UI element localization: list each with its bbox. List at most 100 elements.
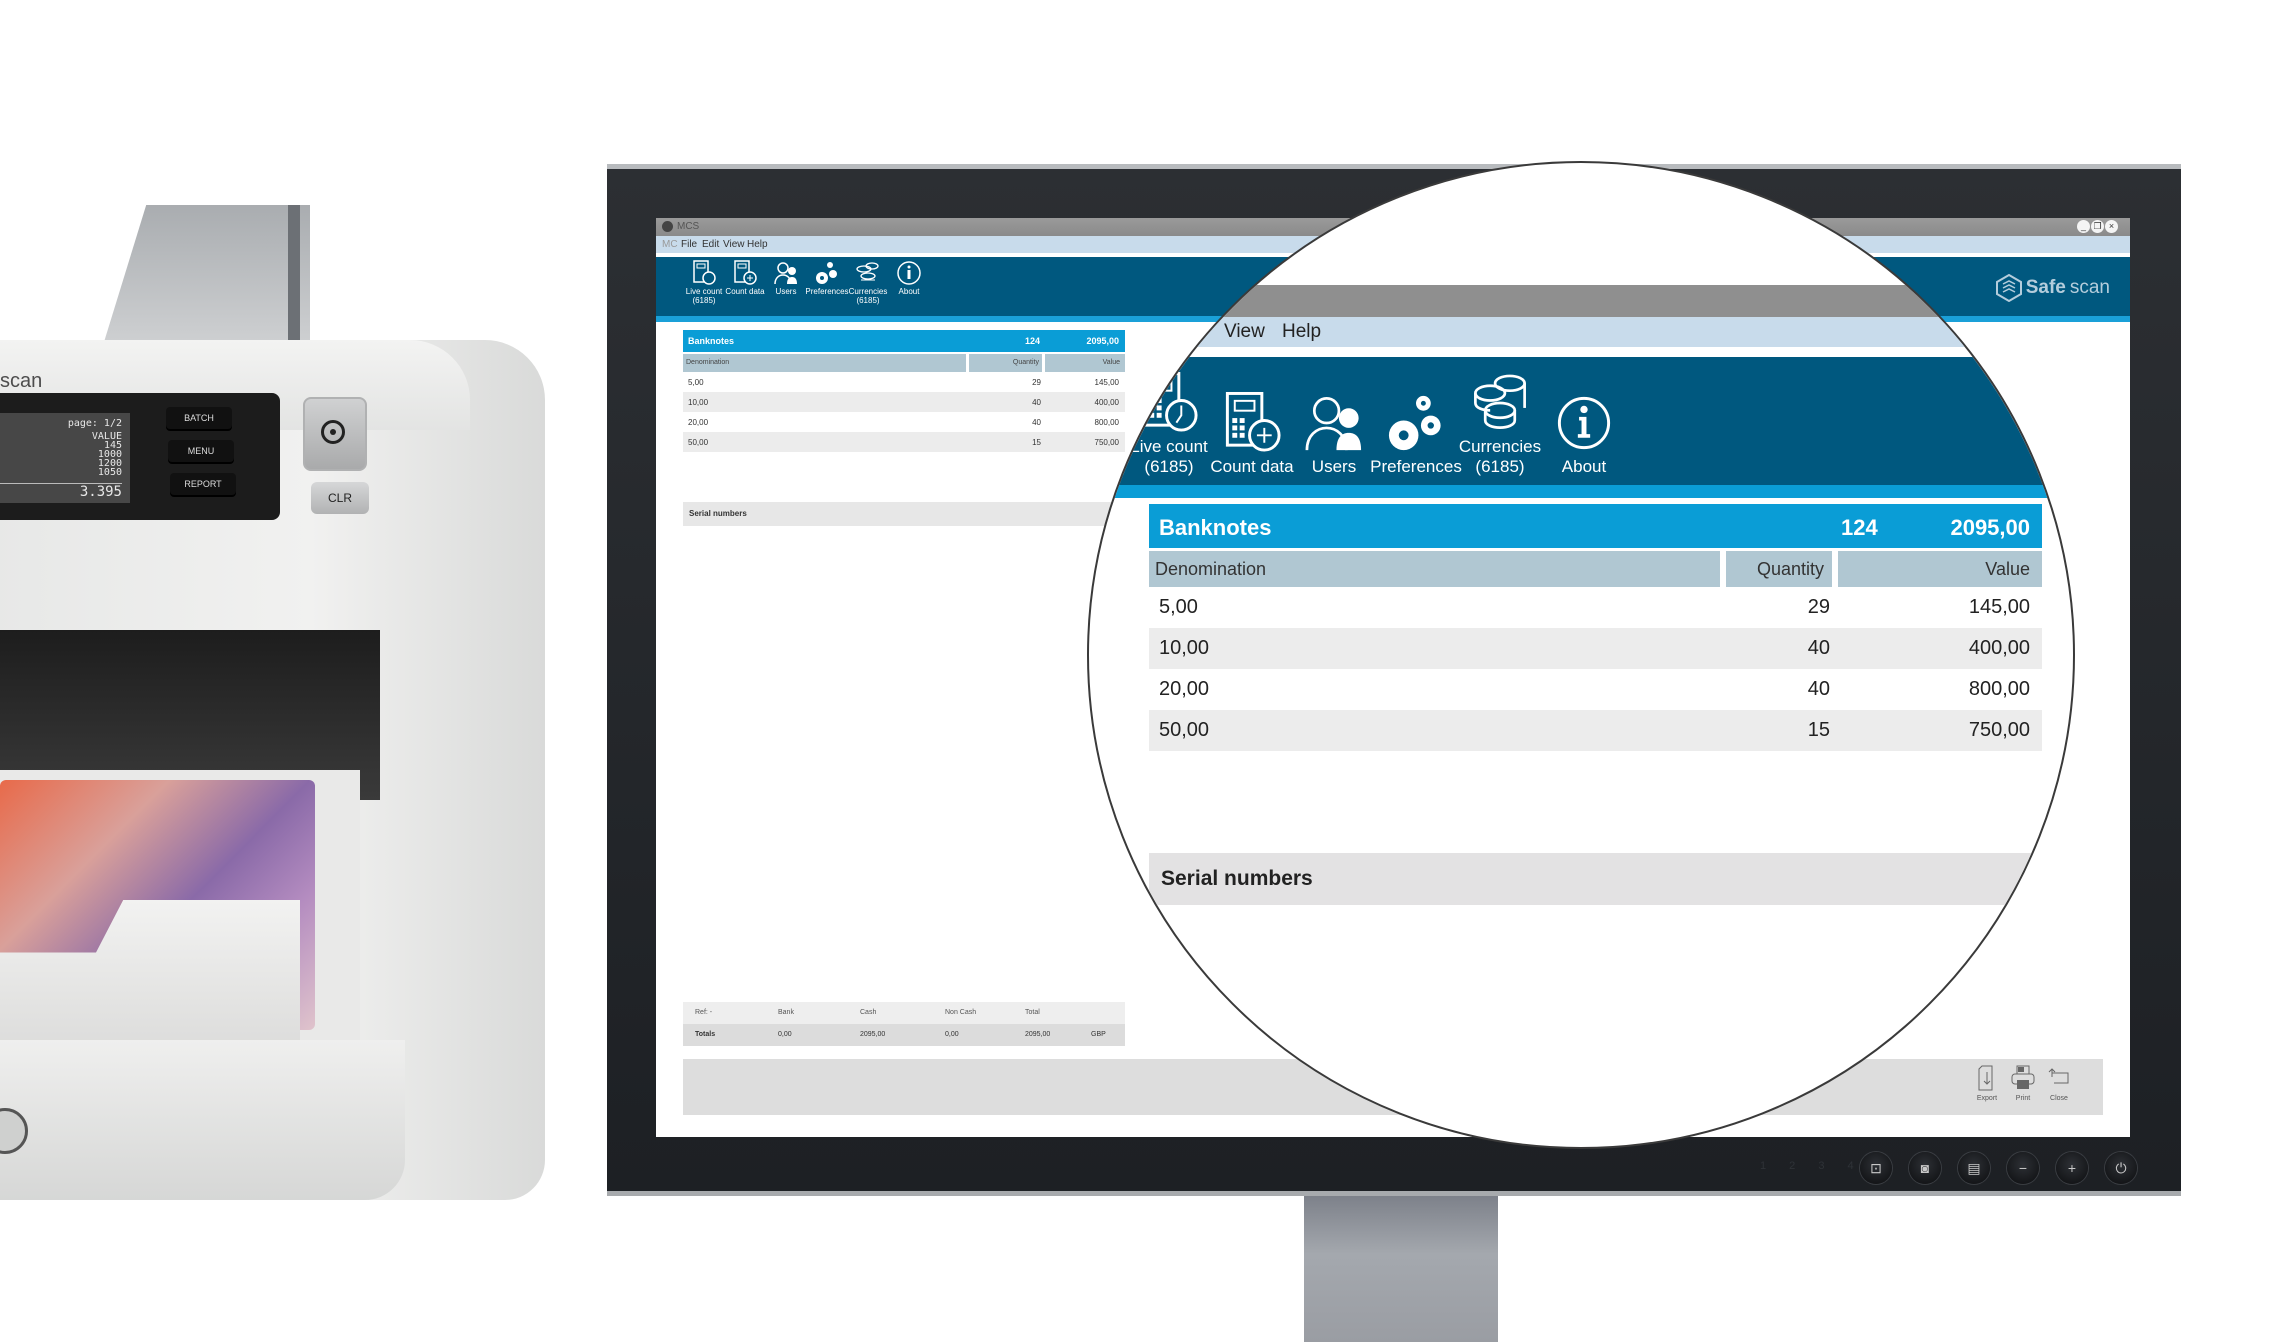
toolbar-label: Users	[775, 287, 797, 296]
serial-numbers-header[interactable]: Serial numbers	[683, 502, 1125, 526]
lcd-page: page: 1/2	[67, 418, 122, 429]
minus-icon[interactable]: −	[2007, 1152, 2039, 1184]
menu-edit[interactable]: Edit	[702, 239, 719, 250]
cell-value: 750,00	[1968, 719, 2030, 741]
currencies-icon	[856, 262, 879, 281]
cell-denomination: 20,00	[1159, 678, 1210, 700]
menu-help[interactable]: Help	[747, 239, 768, 250]
cell-denomination: 10,00	[688, 398, 709, 407]
totals-cash: 2095,00	[860, 1031, 886, 1038]
totals-table: Ref: - Bank Cash Non Cash Total Totals 0…	[683, 1002, 1125, 1046]
cell-denomination: 10,00	[1159, 637, 1210, 659]
report-button[interactable]: REPORT	[170, 473, 236, 495]
table-row[interactable]: 50,0015750,00	[683, 432, 1125, 452]
totals-total: 2095,00	[1025, 1031, 1051, 1038]
live-count-icon	[1142, 371, 1198, 432]
toolbar-about[interactable]: About	[879, 260, 939, 296]
zoomed-menu-edit[interactable]: Edit	[1167, 321, 1200, 343]
totals-col-cash: Cash	[860, 1009, 877, 1016]
totals-col-bank: Bank	[778, 1009, 794, 1016]
users-icon	[1305, 397, 1362, 451]
menu-file[interactable]: File	[681, 239, 697, 250]
toolbar-label: Users	[1311, 457, 1357, 476]
restore-icon[interactable]: ❐	[2091, 220, 2104, 233]
minimize-icon[interactable]: _	[2077, 220, 2090, 233]
toolbar-sublabel: (6185)	[692, 296, 716, 305]
plus-icon[interactable]: +	[2056, 1152, 2088, 1184]
banknotes-title: Banknotes	[1159, 515, 1272, 540]
zoomed-toolbar: Live count (6185) Count data Users Prefe…	[1089, 357, 2073, 485]
cell-denomination: 5,00	[688, 378, 704, 387]
zoomed-serial-numbers-header[interactable]: Serial numbers	[1149, 853, 2042, 905]
table-row[interactable]: 5,0029145,00	[683, 372, 1125, 392]
start-icon	[321, 420, 345, 444]
cell-denomination: 50,00	[1159, 719, 1210, 741]
input-1-icon[interactable]: ⊡	[1860, 1152, 1892, 1184]
menu-view[interactable]: View	[723, 239, 745, 250]
app-icon	[662, 221, 673, 232]
column-value[interactable]: Value	[1838, 551, 2042, 587]
logo-light: scan	[2069, 277, 2110, 298]
machine-hopper-fin	[288, 205, 300, 355]
toolbar-sublabel: (6185)	[856, 296, 880, 305]
totals-col-noncash: Non Cash	[945, 1009, 977, 1016]
preferences-icon	[816, 262, 837, 284]
banknotes-total-value: 2095,00	[1950, 515, 2030, 540]
menu-mc[interactable]: MC	[662, 239, 678, 250]
start-button[interactable]	[303, 397, 367, 471]
table-row[interactable]: 5,0029145,00	[1149, 587, 2042, 628]
cell-quantity: 15	[1807, 719, 1830, 741]
preferences-icon	[1388, 395, 1441, 451]
totals-header-row: Ref: - Bank Cash Non Cash Total	[683, 1002, 1125, 1024]
totals-row: Totals 0,00 2095,00 0,00 2095,00 GBP	[683, 1024, 1125, 1046]
toolbar-label: About	[898, 287, 920, 296]
window-title: MCS	[677, 221, 700, 232]
column-headers: Denomination Quantity Value	[683, 354, 1125, 372]
zoomed-column-headers: Denomination Quantity Value	[1149, 551, 2042, 587]
batch-button[interactable]: BATCH	[166, 407, 232, 429]
column-denomination[interactable]: Denomination	[1149, 551, 1720, 587]
menu-icon[interactable]: ▤	[1958, 1152, 1990, 1184]
about-icon	[1557, 396, 1611, 450]
banknotes-table: Banknotes 124 2095,00 Denomination Quant…	[683, 330, 1125, 452]
zoomed-banknotes-header: Banknotes 124 2095,00	[1149, 504, 2042, 548]
toolbar-sublabel: (6185)	[1144, 457, 1194, 476]
column-quantity[interactable]: Quantity	[1726, 551, 1832, 587]
zoomed-toolbar-about[interactable]: About	[1529, 391, 1639, 477]
cell-quantity: 29	[1807, 596, 1830, 618]
totals-noncash: 0,00	[945, 1031, 959, 1038]
magnifier-lens: File Edit View Help Live count (6185) Co…	[1087, 161, 2075, 1149]
totals-bank: 0,00	[778, 1031, 792, 1038]
monitor-stand	[1304, 1196, 1498, 1342]
machine-lcd: page: 1/2 VALUE 145 1000 1200 1050 3.395	[0, 413, 130, 503]
totals-ref: Ref: -	[695, 1009, 713, 1016]
banknotes-header: Banknotes 124 2095,00	[683, 330, 1125, 352]
monitor-buttons: ⊡ ◙ ▤ − + ⏻	[1860, 1152, 2137, 1184]
clear-button[interactable]: CLR	[311, 482, 369, 514]
input-2-icon[interactable]: ◙	[1909, 1152, 1941, 1184]
zoomed-menu-view[interactable]: View	[1224, 321, 1265, 343]
table-row[interactable]: 10,0040400,00	[1149, 628, 2042, 669]
power-icon[interactable]: ⏻	[2105, 1152, 2137, 1184]
lcd-value: 1050	[97, 467, 122, 478]
menu-button[interactable]: MENU	[168, 440, 234, 462]
count-data-icon	[1225, 391, 1281, 452]
cell-value: 800,00	[1968, 678, 2030, 700]
table-row[interactable]: 10,0040400,00	[683, 392, 1125, 412]
column-quantity[interactable]: Quantity	[969, 354, 1042, 372]
currencies-icon	[1474, 374, 1526, 429]
totals-label: Totals	[695, 1031, 716, 1038]
zoomed-menu-help[interactable]: Help	[1282, 321, 1321, 343]
table-row[interactable]: 20,0040800,00	[683, 412, 1125, 432]
cell-denomination: 5,00	[1159, 596, 1198, 618]
window-close-icon[interactable]: ×	[2105, 220, 2118, 233]
zoomed-title-bar	[1089, 285, 2073, 317]
cell-quantity: 40	[1807, 678, 1830, 700]
table-row[interactable]: 20,00 40 800,00	[1149, 669, 2042, 710]
lcd-total: 3.395	[0, 483, 122, 499]
banknotes-total-quantity: 124	[1841, 515, 1878, 540]
machine-base	[0, 1040, 405, 1200]
column-denomination[interactable]: Denomination	[683, 354, 966, 372]
zoomed-menu-file[interactable]: File	[1117, 321, 1148, 343]
table-row[interactable]: 50,00 15 750,00	[1149, 710, 2042, 751]
